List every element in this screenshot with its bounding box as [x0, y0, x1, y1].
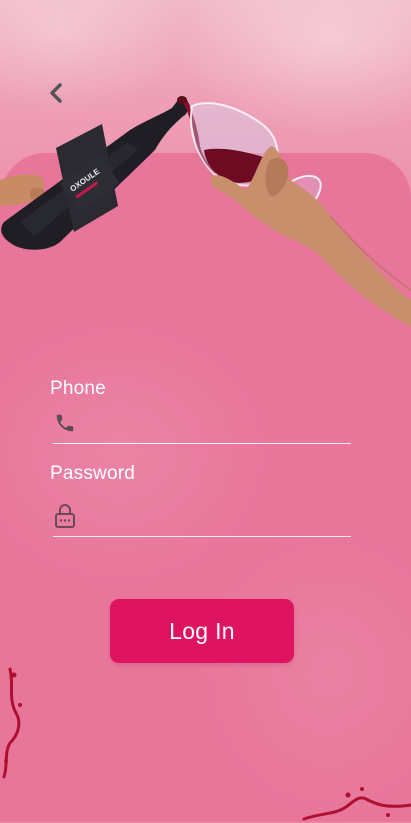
back-button[interactable]: [42, 79, 70, 107]
login-button[interactable]: Log In: [110, 599, 294, 663]
password-field[interactable]: [53, 495, 351, 537]
lock-icon: [53, 503, 77, 528]
wine-bottle: OXOULE: [1, 96, 190, 250]
chevron-left-icon: [50, 83, 62, 103]
phone-field[interactable]: [53, 402, 351, 444]
phone-label: Phone: [50, 378, 106, 399]
phone-icon: [53, 411, 77, 435]
password-label: Password: [50, 463, 136, 484]
wine-pour-illustration: OXOULE: [0, 96, 411, 326]
password-input[interactable]: [77, 495, 351, 537]
phone-input[interactable]: [77, 402, 351, 444]
